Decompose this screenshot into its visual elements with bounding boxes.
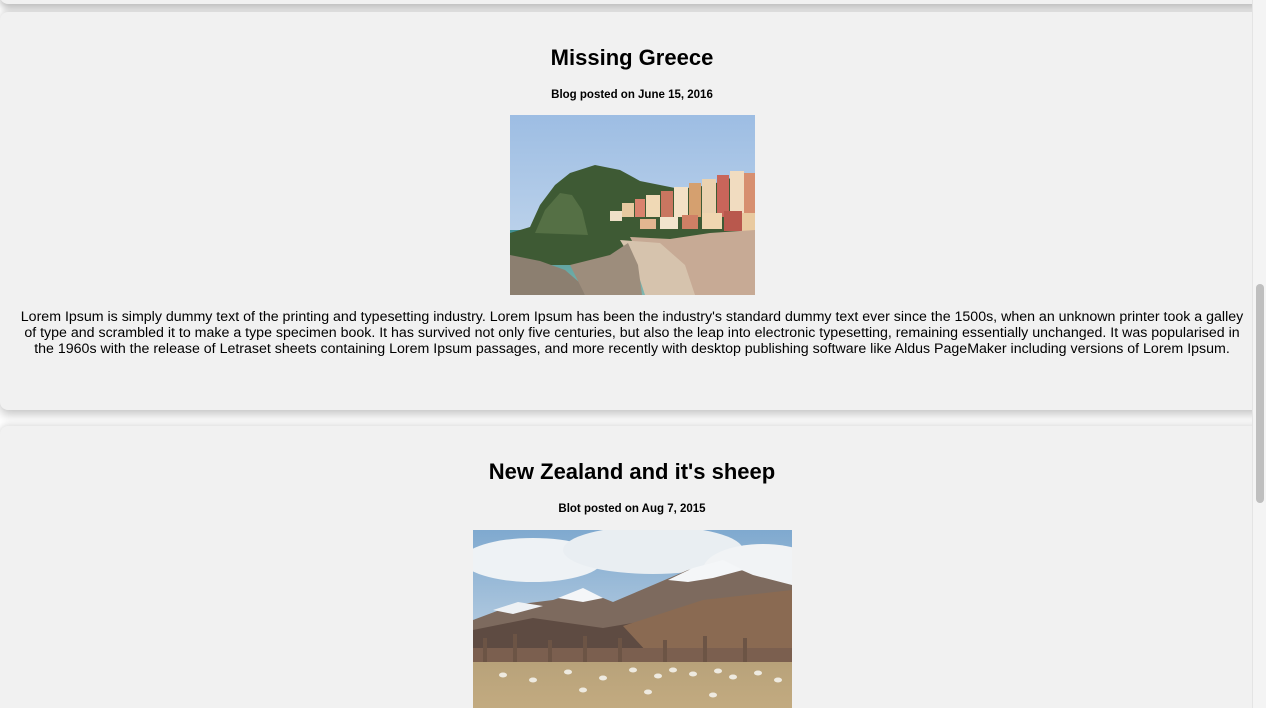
post-date: Blot posted on Aug 7, 2015 <box>558 503 706 515</box>
blog-post-card: New Zealand and it's sheep Blot posted o… <box>0 426 1264 708</box>
blog-feed: Missing Greece Blog posted on June 15, 2… <box>0 0 1266 708</box>
greece-village-image <box>509 115 755 295</box>
scrollbar-thumb[interactable] <box>1256 284 1264 503</box>
vertical-scrollbar[interactable] <box>1252 0 1266 708</box>
post-date: Blog posted on June 15, 2016 <box>551 89 713 101</box>
blog-post-card: Missing Greece Blog posted on June 15, 2… <box>0 12 1264 410</box>
post-body: Lorem Ipsum is simply dummy text of the … <box>20 309 1244 357</box>
post-title: Missing Greece <box>550 45 714 70</box>
previous-post-card-edge <box>0 0 1264 4</box>
new-zealand-sheep-image <box>472 530 792 708</box>
post-title: New Zealand and it's sheep <box>488 459 776 484</box>
